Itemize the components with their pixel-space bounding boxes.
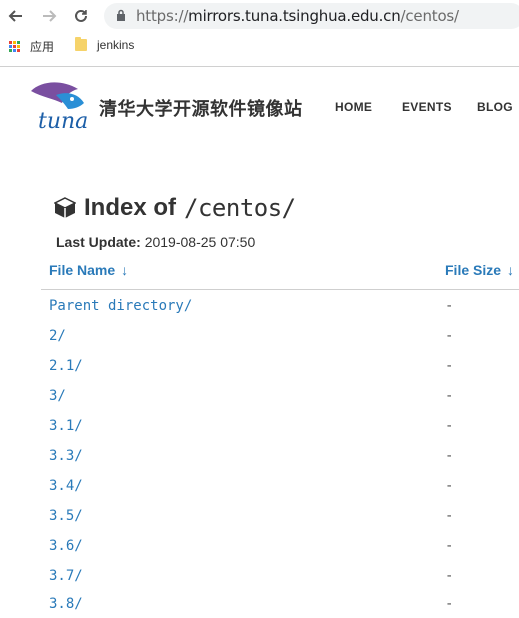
apps-grid-icon (9, 41, 20, 52)
header-divider (41, 289, 519, 290)
url-host: mirrors.tuna.tsinghua.edu.cn (188, 7, 401, 25)
file-size: - (445, 538, 454, 554)
site-header: tuna 清华大学开源软件镜像站 HOME EVENTS BLOG (0, 67, 519, 147)
table-row: Parent directory/ - (49, 298, 519, 320)
logo-text: tuna (38, 109, 88, 131)
file-size: - (445, 596, 454, 612)
title-path: /centos/ (184, 194, 296, 222)
nav-events[interactable]: EVENTS (402, 100, 452, 114)
bookmarks-bar: 应用 jenkins (0, 36, 519, 58)
bookmark-jenkins[interactable]: jenkins (75, 37, 135, 52)
apps-grid-dot (13, 49, 16, 52)
file-link[interactable]: 3.6/ (49, 538, 83, 554)
table-row: 3.6/ - (49, 538, 519, 560)
file-size: - (445, 298, 454, 314)
address-bar[interactable]: https://mirrors.tuna.tsinghua.edu.cn/cen… (104, 3, 519, 29)
file-size: - (445, 448, 454, 464)
sort-arrow-icon: ↓ (507, 262, 515, 278)
table-row: 3/ - (49, 388, 519, 410)
reload-icon[interactable] (70, 5, 92, 27)
file-link[interactable]: 2/ (49, 328, 66, 344)
table-row: 3.5/ - (49, 508, 519, 530)
url-text[interactable]: https://mirrors.tuna.tsinghua.edu.cn/cen… (136, 7, 459, 25)
browser-toolbar: https://mirrors.tuna.tsinghua.edu.cn/cen… (0, 0, 519, 67)
file-size: - (445, 328, 454, 344)
file-link[interactable]: 3.7/ (49, 568, 83, 584)
column-header-name-label: File Name (49, 262, 116, 278)
file-link[interactable]: 3.3/ (49, 448, 83, 464)
cube-icon (54, 197, 76, 218)
table-row: 3.1/ - (49, 418, 519, 440)
apps-grid-dot (17, 41, 20, 44)
url-path: /centos/ (400, 7, 460, 25)
bookmark-jenkins-label: jenkins (97, 38, 135, 52)
lock-icon (117, 9, 125, 21)
nav-home[interactable]: HOME (335, 100, 372, 114)
column-header-file-size[interactable]: File Size ↓ (445, 262, 514, 278)
table-row: 3.7/ - (49, 568, 519, 590)
page-title: Index of /centos/ (54, 194, 296, 222)
table-row: 3.3/ - (49, 448, 519, 470)
apps-grid-dot (17, 49, 20, 52)
last-update-value: 2019-08-25 07:50 (144, 234, 256, 250)
table-row: 2/ - (49, 328, 519, 350)
apps-grid-dot (17, 45, 20, 48)
file-size: - (445, 508, 454, 524)
last-update: Last Update: 2019-08-25 07:50 (56, 234, 255, 250)
bookmark-apps-label: 应用 (30, 40, 55, 54)
tuna-logo[interactable]: tuna (26, 81, 92, 131)
forward-arrow-icon[interactable] (38, 5, 60, 27)
url-scheme: https:// (136, 7, 189, 25)
file-size: - (445, 358, 454, 374)
file-link[interactable]: Parent directory/ (49, 298, 192, 314)
sort-arrow-icon: ↓ (121, 262, 129, 278)
apps-grid-dot (13, 45, 16, 48)
apps-grid-dot (13, 41, 16, 44)
file-link[interactable]: 3.8/ (49, 596, 83, 612)
file-size: - (445, 388, 454, 404)
nav-blog[interactable]: BLOG (477, 100, 513, 114)
back-arrow-icon[interactable] (5, 5, 27, 27)
table-row: 2.1/ - (49, 358, 519, 380)
file-size: - (445, 568, 454, 584)
title-prefix: Index of (84, 194, 177, 221)
last-update-label: Last Update: (56, 234, 141, 250)
file-link[interactable]: 2.1/ (49, 358, 83, 374)
apps-grid-dot (9, 49, 12, 52)
file-link[interactable]: 3/ (49, 388, 66, 404)
table-row: 3.4/ - (49, 478, 519, 500)
apps-grid-dot (9, 41, 12, 44)
bookmark-apps[interactable]: 应用 (9, 38, 54, 55)
table-row: 3.8/ - (49, 596, 519, 618)
site-title[interactable]: 清华大学开源软件镜像站 (99, 95, 303, 121)
file-link[interactable]: 3.5/ (49, 508, 83, 524)
file-link[interactable]: 3.4/ (49, 478, 83, 494)
file-link[interactable]: 3.1/ (49, 418, 83, 434)
column-header-file-name[interactable]: File Name ↓ (49, 262, 128, 278)
column-header-size-label: File Size (445, 262, 502, 278)
apps-grid-dot (9, 45, 12, 48)
file-size: - (445, 418, 454, 434)
file-size: - (445, 478, 454, 494)
folder-icon (75, 37, 87, 51)
